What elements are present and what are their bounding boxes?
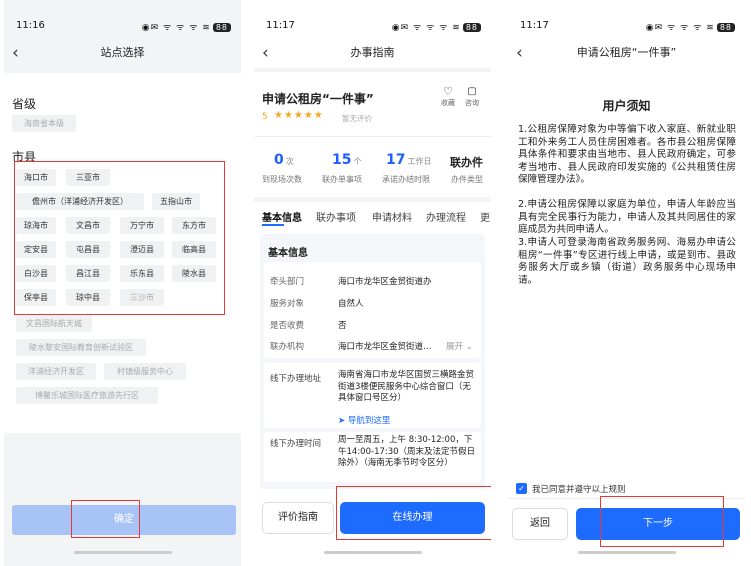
province-item[interactable]: 海南省本级 [12,115,76,132]
zone-item[interactable]: 洋浦经济开发区 [16,363,96,380]
stat-items: 15 个 [332,152,362,168]
info-value: 海口市龙华区金贸街道办 [338,277,432,287]
status-icons: ◉✉ ᯤ ᯤ ᯤ ≋ 88 [392,20,481,33]
zone-item[interactable]: 博鳌乐城国际医疗旅游先行区 [16,387,158,404]
back-icon[interactable]: ‹ [12,42,19,64]
back-icon[interactable]: ‹ [516,42,523,64]
screen-service-guide: 11:17 ◉✉ ᯤ ᯤ ᯤ ≋ 88 ‹ 办事指南 申请公租房“一件事” 5 ★… [254,0,491,566]
navigation-icon: ➤ [338,416,346,426]
screen-station-select: 11:16 ◉✉ ᯤ ᯤ ᯤ ≋ 88 ‹ 站点选择 省级 海南省本级 市县 海口… [4,0,241,566]
province-label: 省级 [12,97,37,111]
back-button[interactable]: 返回 [512,508,568,540]
page-title: 申请公租房“一件事” [576,46,677,59]
status-bar: 11:17 ◉✉ ᯤ ᯤ ᯤ ≋ 88 [254,0,491,46]
page-title: 办事指南 [350,46,395,59]
home-indicator [578,551,676,554]
nav-bar: ‹ 申请公租房“一件事” [508,43,745,68]
section-title: 基本信息 [268,248,308,259]
status-icons: ◉✉ ᯤ ᯤ ᯤ ≋ 88 [646,20,735,33]
evaluate-button[interactable]: 评价指南 [262,502,334,534]
home-indicator [324,551,422,554]
stat-deadline: 17 工作日 [386,152,432,168]
info-key: 服务对象 [270,299,305,309]
page-title: 站点选择 [100,46,145,59]
highlight-box [336,486,491,540]
info-value: 否 [338,321,347,331]
status-time: 11:17 [520,20,549,31]
info-value: 海口市龙华区金贸街道… [338,342,432,352]
no-rating-text: 暂无评价 [342,114,372,123]
highlight-box [71,500,140,538]
service-name: 申请公租房“一件事” [262,92,374,106]
navigate-label: 导航到这里 [347,416,391,426]
status-time: 11:17 [266,20,295,31]
zone-item[interactable]: 村镇级服务中心 [104,363,186,380]
consult-label: 咨询 [465,99,479,107]
stat-label: 到现场次数 [262,175,302,184]
favorite-button[interactable]: ♡ 收藏 [438,86,458,108]
tab-process[interactable]: 办理流程 [426,209,466,224]
tab-joint-items[interactable]: 联办事项 [316,209,356,224]
expand-label: 展开 [446,342,464,352]
zone-item[interactable]: 文昌国际航天城 [16,315,92,332]
zone-item[interactable]: 陵水黎安国际教育创新试验区 [16,339,146,356]
star-rating: ★★★★★ [274,110,324,121]
screen-user-notice: 11:17 ◉✉ ᯤ ᯤ ᯤ ≋ 88 ‹ 申请公租房“一件事” 用户须知 1.公… [508,0,745,566]
agree-label: 我已同意并遵守以上规则 [532,485,626,495]
stat-label: 联办单事项 [322,175,362,184]
service-header-card: 申请公租房“一件事” 5 ★★★★★ 暂无评价 ♡ 收藏 ▢ 咨询 0次 到现场… [254,72,491,197]
tab-basic-info[interactable]: 基本信息 [262,209,302,224]
status-icons: ◉✉ ᯤ ᯤ ᯤ ≋ 88 [142,20,231,33]
battery-icon: 88 [716,23,735,32]
hours-text: 周一至周五，上午 8:30-12:00，下午14:00-17:30（周末及法定节… [338,435,476,468]
expand-button[interactable]: 展开 ⌄ [446,340,473,352]
highlight-box [14,161,225,315]
info-key: 牵头部门 [270,277,305,287]
stat-label: 承诺办结时限 [382,175,430,184]
tab-indicator [262,224,284,226]
home-indicator [74,551,172,554]
stat-label: 办件类型 [451,175,483,184]
heart-icon: ♡ [443,85,453,98]
status-time: 11:16 [16,20,45,31]
nav-bar: ‹ 站点选择 [4,43,241,68]
battery-icon: 88 [212,23,231,32]
back-icon[interactable]: ‹ [262,42,269,64]
favorite-label: 收藏 [441,99,455,107]
hours-label: 线下办理时间 [270,439,322,449]
status-bar: 11:16 ◉✉ ᯤ ᯤ ᯤ ≋ 88 [4,0,241,46]
highlight-box [600,496,724,547]
notice-paragraph: 2.申请公租房保障以家庭为单位，申请人年龄应当具有完全民事行为能力，申请人及其共… [518,199,736,235]
address-label: 线下办理地址 [270,374,322,384]
notice-paragraph: 3.申请人可登录海南省政务服务网、海易办申请公租房“一件事”专区进行线上申请，或… [518,237,736,286]
status-bar: 11:17 ◉✉ ᯤ ᯤ ᯤ ≋ 88 [508,0,745,46]
notice-paragraph: 1.公租房保障对象为中等偏下收入家庭、新就业职工和外来务工人员住房困难者。各市县… [518,124,736,185]
chat-icon: ▢ [467,86,477,97]
info-key: 联办机构 [270,342,305,352]
nav-bar: ‹ 办事指南 [254,43,491,68]
battery-icon: 88 [462,23,481,32]
rating-score: 5 [262,112,268,122]
stat-visits: 0次 [274,152,294,168]
navigate-link[interactable]: ➤ 导航到这里 [338,414,390,426]
info-value: 自然人 [338,299,364,309]
tab-more[interactable]: 更 [480,209,490,224]
notice-title: 用户须知 [602,99,651,113]
agree-checkbox[interactable]: ✓ [516,483,527,494]
stat-type: 联办件 [450,156,483,169]
chevron-down-icon: ⌄ [465,342,473,352]
divider [254,136,491,137]
info-key: 是否收费 [270,321,305,331]
consult-button[interactable]: ▢ 咨询 [462,86,482,108]
tab-materials[interactable]: 申请材料 [372,209,412,224]
address-text: 海南省海口市龙华区国贸三横路金贸街道3楼便民服务中心综合窗口（无具体窗口号区分） [338,370,475,403]
